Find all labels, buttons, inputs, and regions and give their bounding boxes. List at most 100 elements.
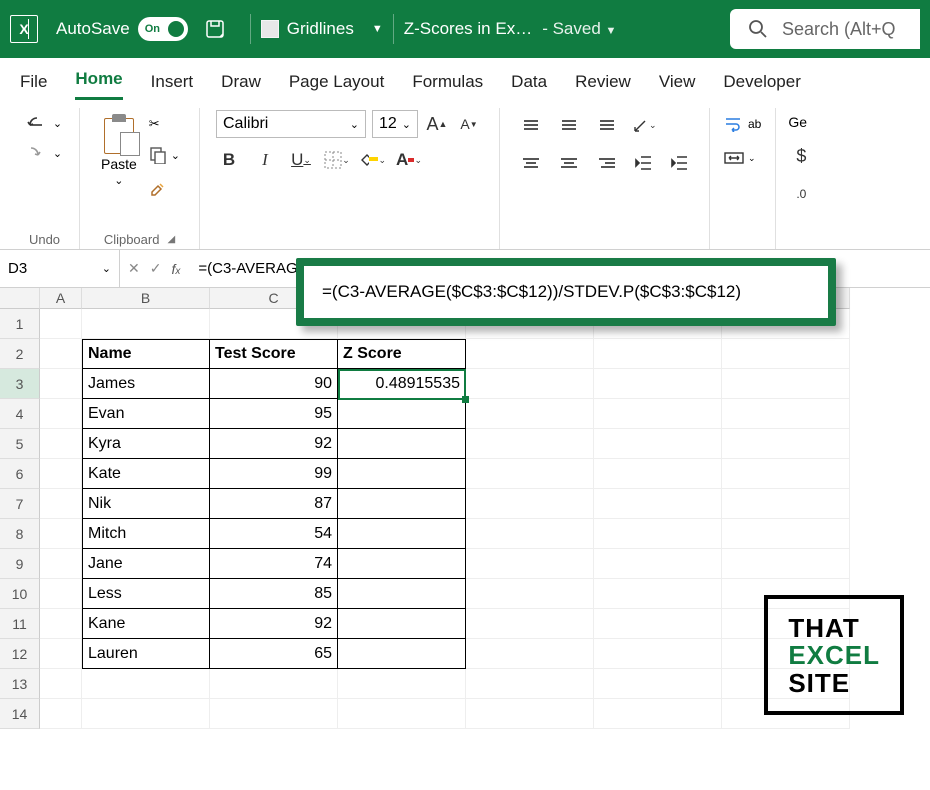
cell[interactable] bbox=[466, 579, 594, 609]
accept-formula-button[interactable]: ✓ bbox=[150, 260, 162, 277]
cell[interactable]: 90 bbox=[210, 369, 338, 399]
currency-button[interactable]: $ bbox=[788, 144, 814, 168]
tab-page-layout[interactable]: Page Layout bbox=[289, 72, 384, 100]
cell[interactable]: Name bbox=[82, 339, 210, 369]
row-header-5[interactable]: 5 bbox=[0, 429, 40, 459]
align-left-button[interactable] bbox=[517, 150, 545, 176]
cell[interactable] bbox=[594, 549, 722, 579]
cell[interactable] bbox=[40, 489, 82, 519]
cell[interactable] bbox=[338, 549, 466, 579]
borders-button[interactable]: ⌄ bbox=[324, 148, 350, 172]
cell[interactable] bbox=[82, 669, 210, 699]
cell[interactable] bbox=[40, 429, 82, 459]
cell[interactable] bbox=[466, 519, 594, 549]
name-box[interactable]: D3 ⌄ bbox=[0, 250, 120, 287]
cell[interactable]: Kyra bbox=[82, 429, 210, 459]
cell[interactable]: 0.48915535 bbox=[338, 369, 466, 399]
undo-button[interactable]: ⌄ bbox=[25, 112, 64, 134]
align-top-button[interactable] bbox=[517, 112, 545, 138]
autosave-toggle[interactable]: On bbox=[138, 17, 188, 41]
bold-button[interactable]: B bbox=[216, 148, 242, 172]
cell[interactable]: 74 bbox=[210, 549, 338, 579]
tab-formulas[interactable]: Formulas bbox=[412, 72, 483, 100]
cell[interactable] bbox=[594, 459, 722, 489]
cell[interactable] bbox=[594, 669, 722, 699]
tab-draw[interactable]: Draw bbox=[221, 72, 261, 100]
align-right-button[interactable] bbox=[593, 150, 621, 176]
cell[interactable] bbox=[40, 669, 82, 699]
cell[interactable]: Mitch bbox=[82, 519, 210, 549]
italic-button[interactable]: I bbox=[252, 148, 278, 172]
cell[interactable] bbox=[722, 459, 850, 489]
row-header-3[interactable]: 3 bbox=[0, 369, 40, 399]
cell[interactable] bbox=[594, 609, 722, 639]
cell[interactable] bbox=[40, 639, 82, 669]
align-center-button[interactable] bbox=[555, 150, 583, 176]
cell[interactable] bbox=[338, 669, 466, 699]
cell[interactable] bbox=[722, 549, 850, 579]
cell[interactable] bbox=[40, 519, 82, 549]
row-header-1[interactable]: 1 bbox=[0, 309, 40, 339]
increase-indent-button[interactable] bbox=[667, 151, 693, 175]
paste-button[interactable]: Paste ⌄ bbox=[97, 112, 141, 189]
cell[interactable] bbox=[594, 579, 722, 609]
cell[interactable]: Test Score bbox=[210, 339, 338, 369]
cut-button[interactable]: ✂ bbox=[147, 114, 182, 134]
tab-view[interactable]: View bbox=[659, 72, 696, 100]
tab-data[interactable]: Data bbox=[511, 72, 547, 100]
cell[interactable] bbox=[722, 339, 850, 369]
cell[interactable] bbox=[466, 369, 594, 399]
cell[interactable] bbox=[722, 519, 850, 549]
save-button[interactable] bbox=[200, 14, 230, 44]
cell[interactable] bbox=[210, 699, 338, 729]
cell[interactable]: 87 bbox=[210, 489, 338, 519]
cell[interactable] bbox=[210, 669, 338, 699]
merge-center-button[interactable]: ⌄ bbox=[722, 148, 758, 168]
cell[interactable]: Less bbox=[82, 579, 210, 609]
cell[interactable]: 92 bbox=[210, 609, 338, 639]
row-header-11[interactable]: 11 bbox=[0, 609, 40, 639]
cell[interactable] bbox=[82, 309, 210, 339]
cell[interactable]: 54 bbox=[210, 519, 338, 549]
row-header-10[interactable]: 10 bbox=[0, 579, 40, 609]
row-header-7[interactable]: 7 bbox=[0, 489, 40, 519]
cell[interactable]: Jane bbox=[82, 549, 210, 579]
cell[interactable]: 85 bbox=[210, 579, 338, 609]
underline-button[interactable]: U ⌄ bbox=[288, 148, 314, 172]
cell[interactable] bbox=[466, 549, 594, 579]
tab-file[interactable]: File bbox=[20, 72, 47, 100]
cell[interactable] bbox=[466, 489, 594, 519]
cell[interactable] bbox=[338, 489, 466, 519]
cell[interactable]: Kate bbox=[82, 459, 210, 489]
col-header-A[interactable]: A bbox=[40, 288, 82, 309]
cell[interactable] bbox=[466, 459, 594, 489]
tab-review[interactable]: Review bbox=[575, 72, 631, 100]
cell[interactable]: Z Score bbox=[338, 339, 466, 369]
document-title[interactable]: Z-Scores in Ex… bbox=[404, 19, 532, 39]
col-header-B[interactable]: B bbox=[82, 288, 210, 309]
fill-color-button[interactable]: ⌄ bbox=[360, 148, 386, 172]
cell[interactable] bbox=[466, 699, 594, 729]
qat-dropdown-icon[interactable]: ▼ bbox=[372, 23, 383, 35]
orientation-button[interactable]: ⌄ bbox=[631, 113, 657, 137]
select-all-triangle[interactable] bbox=[0, 288, 40, 309]
cell[interactable]: 99 bbox=[210, 459, 338, 489]
decimal-button[interactable]: .0 bbox=[788, 182, 814, 206]
cell[interactable] bbox=[722, 489, 850, 519]
fx-icon[interactable]: fx bbox=[171, 261, 180, 277]
cell[interactable] bbox=[40, 609, 82, 639]
row-header-8[interactable]: 8 bbox=[0, 519, 40, 549]
row-header-6[interactable]: 6 bbox=[0, 459, 40, 489]
cell[interactable]: James bbox=[82, 369, 210, 399]
cell[interactable] bbox=[466, 639, 594, 669]
cell[interactable] bbox=[594, 339, 722, 369]
dialog-launcher-icon[interactable]: ◢ bbox=[167, 234, 175, 245]
align-middle-button[interactable] bbox=[555, 112, 583, 138]
cell[interactable] bbox=[722, 429, 850, 459]
cell[interactable]: Kane bbox=[82, 609, 210, 639]
align-bottom-button[interactable] bbox=[593, 112, 621, 138]
tab-developer[interactable]: Developer bbox=[723, 72, 801, 100]
save-status[interactable]: - Saved ▼ bbox=[542, 19, 616, 39]
cell[interactable] bbox=[40, 459, 82, 489]
cell[interactable] bbox=[594, 399, 722, 429]
